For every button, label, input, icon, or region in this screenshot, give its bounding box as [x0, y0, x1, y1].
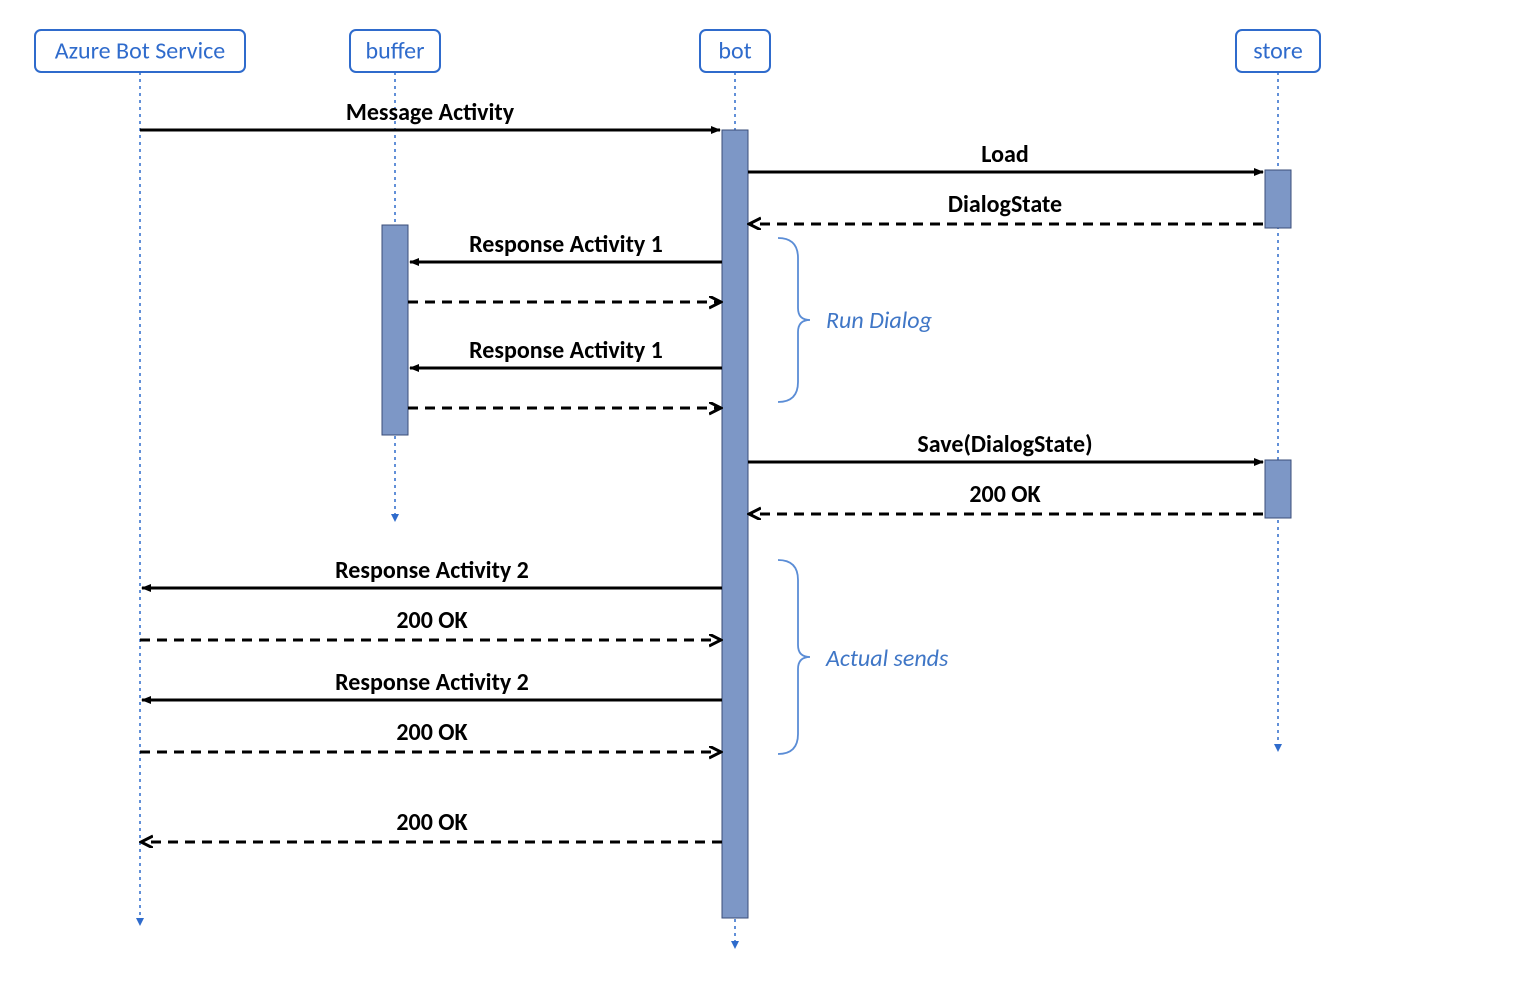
- activation-buffer: [382, 225, 408, 435]
- message-save-return: 200 OK: [750, 480, 1263, 514]
- message-save-return-label: 200 OK: [969, 480, 1041, 509]
- message-final-return-label: 200 OK: [396, 808, 468, 837]
- participant-store: store: [1236, 30, 1320, 748]
- message-activity-label: Message Activity: [346, 98, 515, 127]
- message-dialogstate-label: DialogState: [948, 190, 1062, 219]
- message-resp1a: Response Activity 1: [410, 230, 722, 262]
- message-resp1b-label: Response Activity 1: [469, 336, 663, 365]
- brace-actual-sends-label: Actual sends: [825, 644, 949, 673]
- brace-run-dialog: Run Dialog: [778, 238, 933, 402]
- participant-store-label: store: [1253, 37, 1303, 66]
- message-resp2b-label: Response Activity 2: [335, 668, 529, 697]
- message-final-return: 200 OK: [142, 808, 722, 842]
- message-resp1b: Response Activity 1: [410, 336, 722, 368]
- brace-run-dialog-label: Run Dialog: [826, 306, 933, 335]
- message-resp1a-label: Response Activity 1: [469, 230, 663, 259]
- message-resp2a-return: 200 OK: [140, 606, 720, 640]
- message-resp2a-label: Response Activity 2: [335, 556, 529, 585]
- message-resp2a: Response Activity 2: [142, 556, 722, 588]
- message-save-label: Save(DialogState): [917, 430, 1092, 459]
- activation-bot: [722, 130, 748, 918]
- participant-azure: Azure Bot Service: [35, 30, 245, 922]
- message-resp2b: Response Activity 2: [142, 668, 722, 700]
- message-resp2b-return: 200 OK: [140, 718, 720, 752]
- participant-azure-label: Azure Bot Service: [55, 37, 226, 66]
- activation-store-2: [1265, 460, 1291, 518]
- participant-bot-label: bot: [718, 37, 751, 66]
- message-load: Load: [748, 140, 1263, 172]
- message-resp2a-return-label: 200 OK: [396, 606, 468, 635]
- activation-store-1: [1265, 170, 1291, 228]
- message-save: Save(DialogState): [748, 430, 1263, 462]
- message-dialogstate: DialogState: [750, 190, 1263, 224]
- message-resp2b-return-label: 200 OK: [396, 718, 468, 747]
- message-load-label: Load: [981, 140, 1028, 169]
- participant-buffer-label: buffer: [366, 37, 425, 66]
- sequence-diagram: Azure Bot Service buffer bot store Messa…: [0, 0, 1540, 1002]
- message-activity: Message Activity: [140, 98, 720, 130]
- brace-actual-sends: Actual sends: [778, 560, 949, 754]
